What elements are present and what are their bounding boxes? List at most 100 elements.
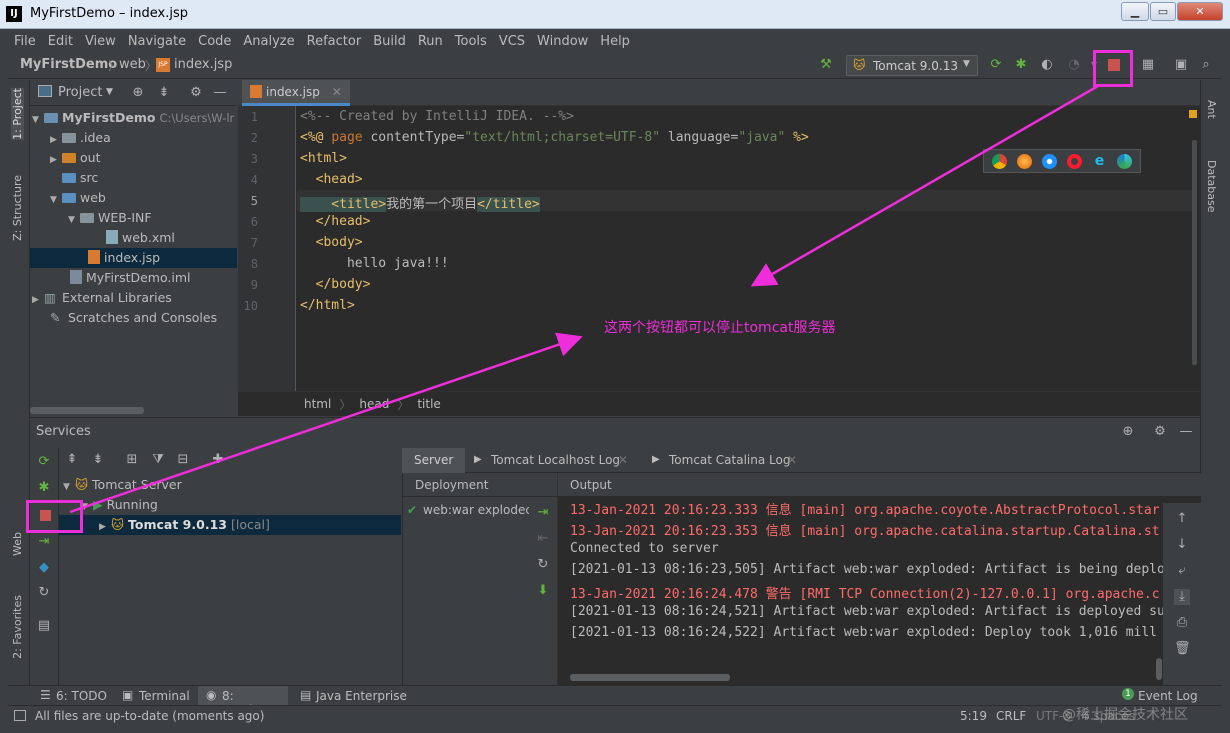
tab-services-active[interactable]: ◉ 8: Services (198, 686, 288, 717)
horizontal-scrollbar[interactable] (570, 674, 730, 681)
status-message[interactable]: All files are up-to-date (moments ago) (35, 709, 264, 723)
tab-catalina-log[interactable]: Tomcat Catalina Log (669, 453, 790, 467)
expand-all-icon[interactable]: ⇞ (64, 452, 80, 468)
tree-item-running[interactable]: ▼ ▶ Running (81, 495, 158, 515)
menu-navigate[interactable]: Navigate (128, 34, 186, 49)
new-tab-icon[interactable]: ⊟ (175, 452, 191, 468)
cursor-position[interactable]: 5:19 (960, 709, 987, 723)
project-tool-tab[interactable]: 1: Project (11, 88, 24, 140)
menu-analyze[interactable]: Analyze (243, 34, 294, 49)
menu-vcs[interactable]: VCS (499, 34, 525, 49)
up-arrow-icon[interactable]: ↑ (1174, 511, 1190, 527)
tree-item-web-inf[interactable]: ▼ WEB-INF (68, 208, 152, 228)
locate-crosshair-icon[interactable]: ⊕ (130, 85, 146, 101)
structure-tool-tab[interactable]: Z: Structure (11, 175, 24, 241)
tree-item-web-xml[interactable]: web.xml (106, 228, 175, 248)
line-separator[interactable]: CRLF (996, 709, 1026, 723)
tab-terminal[interactable]: Terminal (139, 689, 190, 703)
tree-item-index-jsp[interactable]: index.jsp (30, 248, 237, 268)
favorites-tool-tab[interactable]: 2: Favorites (11, 595, 24, 659)
terminal-icon[interactable]: ▣ (1173, 57, 1189, 73)
tree-item-tomcat-instance[interactable]: ▶ 🐱 Tomcat 9.0.13 [local] (59, 515, 401, 535)
menu-window[interactable]: Window (537, 34, 588, 49)
web-tool-tab[interactable]: Web (11, 532, 24, 556)
deploy-icon[interactable]: ⇥ (535, 505, 551, 521)
toggle-tool-windows-icon[interactable] (14, 710, 26, 721)
safari-icon[interactable] (1042, 153, 1057, 169)
edge-icon[interactable] (1117, 153, 1132, 169)
download-icon[interactable]: ⬇ (535, 583, 551, 599)
close-icon[interactable]: ✕ (787, 453, 797, 467)
breadcrumb-html[interactable]: html (304, 397, 331, 411)
tree-item-external-libraries[interactable]: ▶ ▥ External Libraries (32, 288, 172, 308)
menu-run[interactable]: Run (418, 34, 443, 49)
tree-item-web[interactable]: ▼ web (50, 188, 106, 208)
menu-build[interactable]: Build (373, 34, 406, 49)
deployment-item[interactable]: web:war explodec (423, 503, 529, 517)
menu-tools[interactable]: Tools (455, 34, 487, 49)
rerun-icon[interactable]: ⟳ (988, 57, 1004, 73)
tab-event-log[interactable]: Event Log (1138, 689, 1198, 703)
trash-icon[interactable]: 🗑 (1174, 641, 1191, 657)
print-icon[interactable]: ⎙ (1174, 615, 1190, 631)
collapse-all-icon[interactable]: ⇟ (90, 452, 106, 468)
debug-bug-icon[interactable]: ✱ (36, 480, 52, 496)
vertical-scrollbar[interactable] (1192, 140, 1197, 365)
tab-server[interactable]: Server (402, 448, 466, 473)
menu-view[interactable]: View (85, 34, 116, 49)
internet-explorer-icon[interactable]: e (1092, 154, 1107, 169)
close-icon[interactable]: ✕ (332, 85, 342, 99)
menu-help[interactable]: Help (600, 34, 630, 49)
tree-item-scratches[interactable]: ✎ Scratches and Consoles (50, 308, 217, 328)
firefox-icon[interactable] (1017, 153, 1032, 169)
tree-item-iml[interactable]: MyFirstDemo.iml (70, 268, 191, 288)
tree-item-out[interactable]: ▶ out (50, 148, 100, 168)
database-tool-tab[interactable]: Database (1205, 160, 1218, 213)
deploy-arrow-icon[interactable]: ⇥ (36, 534, 52, 550)
maximize-button[interactable]: ▭ (1150, 2, 1176, 21)
refresh-icon[interactable]: ↻ (535, 557, 551, 573)
scroll-to-end-icon[interactable]: ⤓ (1174, 589, 1190, 605)
collapse-all-icon[interactable]: ⇟ (156, 85, 172, 101)
group-by-icon[interactable]: ⊞ (124, 452, 140, 468)
update-application-icon[interactable]: ◆ (36, 560, 52, 576)
breadcrumb-project[interactable]: MyFirstDemo (20, 57, 117, 72)
breadcrumb-title[interactable]: title (417, 397, 440, 411)
hide-panel-icon[interactable]: — (212, 85, 228, 101)
breadcrumb-folder[interactable]: web (119, 57, 146, 72)
ant-tool-tab[interactable]: Ant (1205, 100, 1218, 119)
menu-edit[interactable]: Edit (48, 34, 73, 49)
gear-icon[interactable]: ⚙ (188, 85, 204, 101)
chrome-icon[interactable] (992, 153, 1007, 169)
project-structure-icon[interactable]: ▦ (1140, 57, 1156, 73)
minimize-button[interactable]: ▁ (1121, 2, 1149, 21)
close-window-button[interactable]: ✕ (1177, 2, 1223, 21)
tab-java-enterprise[interactable]: Java Enterprise (316, 689, 407, 703)
build-hammer-icon[interactable]: ⚒ (818, 57, 834, 73)
coverage-icon[interactable]: ◐ (1039, 57, 1055, 73)
hide-panel-icon[interactable]: — (1178, 424, 1194, 440)
crosshair-icon[interactable]: ⊕ (1120, 424, 1136, 440)
menu-code[interactable]: Code (198, 34, 231, 49)
run-config-select[interactable]: 🐱 Tomcat 9.0.13 ▼ (846, 55, 978, 76)
refresh-icon[interactable]: ↻ (36, 585, 52, 601)
menu-file[interactable]: File (14, 34, 36, 49)
layout-icon[interactable]: ▤ (36, 618, 52, 634)
undeploy-icon[interactable]: ⇤ (535, 531, 551, 547)
down-arrow-icon[interactable]: ↓ (1174, 537, 1190, 553)
debug-bug-icon[interactable]: ✱ (1013, 57, 1029, 73)
close-icon[interactable]: ✕ (618, 453, 628, 467)
project-view-title[interactable]: Project (58, 85, 102, 100)
output-console[interactable]: Output 13-Jan-2021 20:16:23.333 信息 [main… (557, 473, 1201, 686)
rerun-icon[interactable]: ⟳ (36, 454, 52, 470)
tree-item-src[interactable]: src (62, 168, 98, 188)
filter-icon[interactable]: ⧩ (150, 452, 166, 468)
gear-icon[interactable]: ⚙ (1152, 424, 1168, 440)
soft-wrap-icon[interactable]: ⤶ (1174, 563, 1190, 579)
search-icon[interactable]: ⌕ (1198, 57, 1214, 73)
vertical-scrollbar[interactable] (1156, 658, 1162, 680)
editor-tab-index-jsp[interactable]: index.jsp ✕ (242, 80, 350, 106)
menu-refactor[interactable]: Refactor (307, 34, 362, 49)
profile-icon[interactable]: ◔ (1066, 57, 1082, 73)
horizontal-scrollbar[interactable] (30, 407, 144, 414)
